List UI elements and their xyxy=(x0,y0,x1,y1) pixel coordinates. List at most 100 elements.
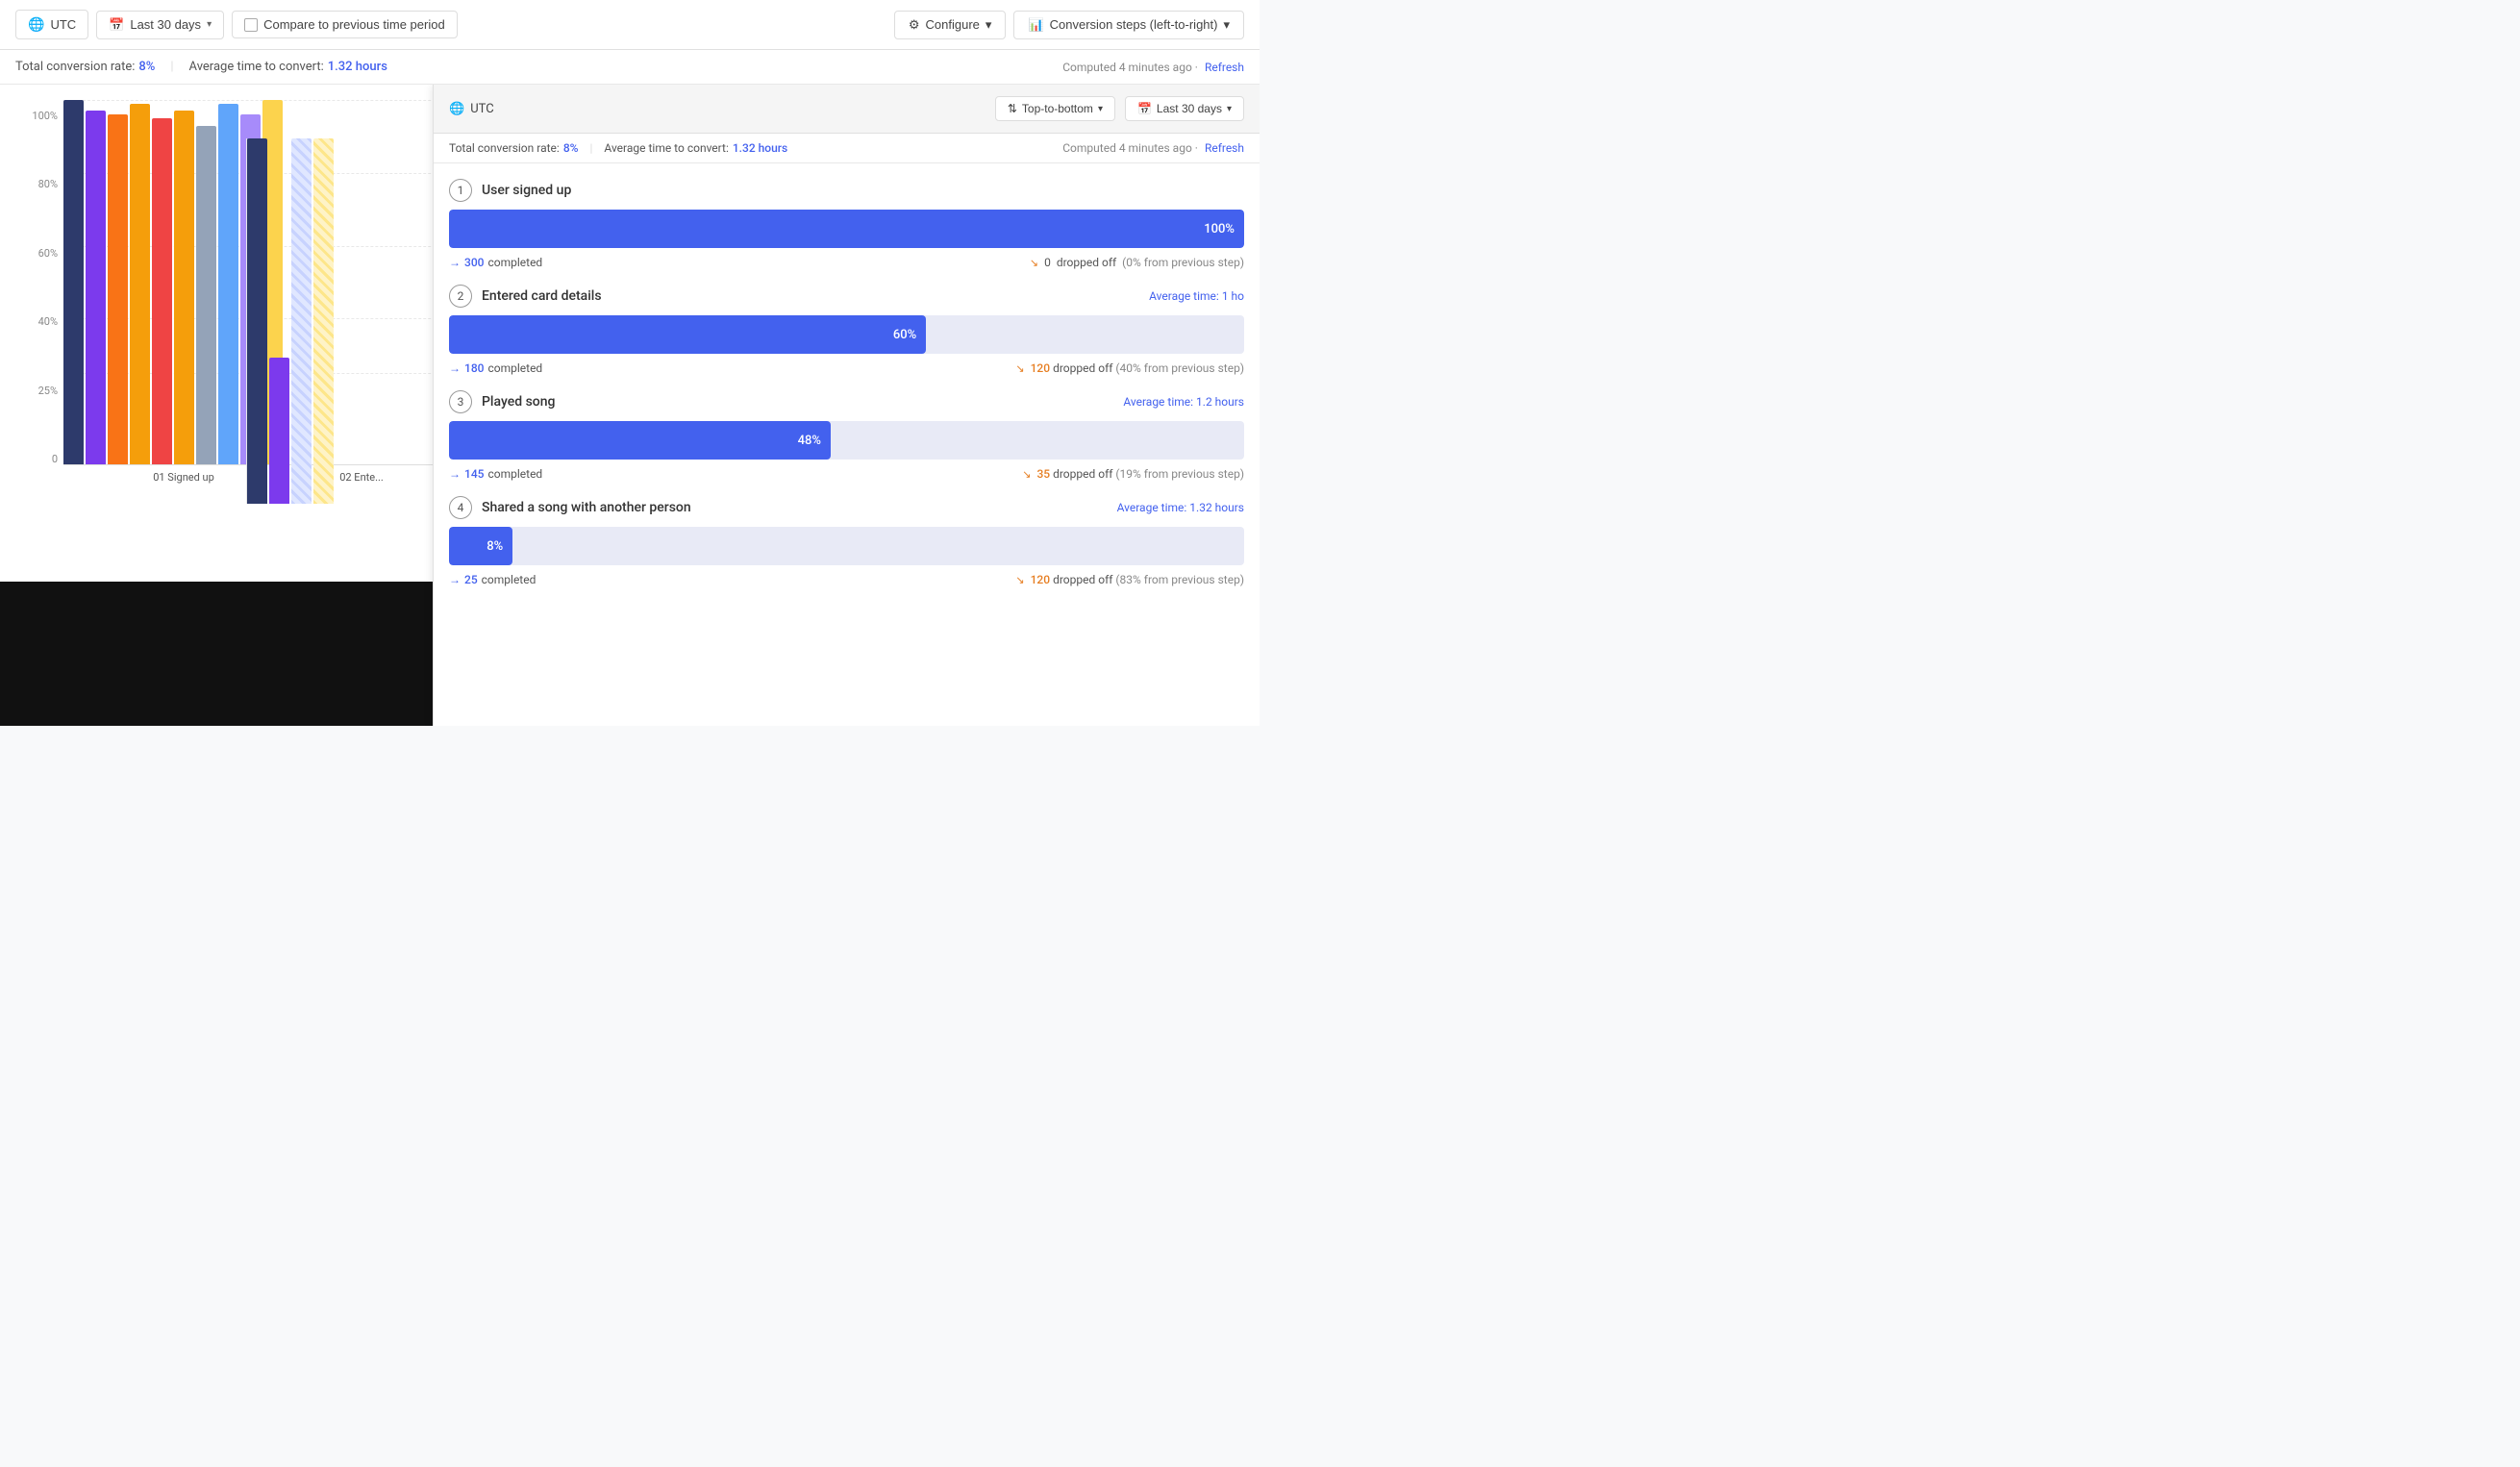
overlay-stats-bar: Total conversion rate: 8% | Average time… xyxy=(434,134,1260,163)
date-range-button[interactable]: 📅 Last 30 days ▾ xyxy=(96,11,224,39)
overlay-date-button[interactable]: 📅 Last 30 days ▾ xyxy=(1125,96,1244,121)
step-3-arrow-icon: → xyxy=(449,467,461,481)
configure-label: Configure xyxy=(926,17,980,32)
sort-label: Top-to-bottom xyxy=(1022,102,1093,115)
main-content: 100% 80% 60% 40% 25% 0 xyxy=(0,85,1260,726)
step-3-progress-container: 48% xyxy=(449,421,1244,460)
step-1-number: 1 xyxy=(449,179,472,202)
step-2-progress-container: 60% xyxy=(449,315,1244,354)
bar-1-7 xyxy=(196,126,216,464)
sort-chevron-icon: ▾ xyxy=(1098,104,1103,114)
step-2-arrow-icon: → xyxy=(449,361,461,375)
step-2-metrics: → 180 completed ↘ 120 dropped off (40% f… xyxy=(449,361,1244,375)
bar-1-2 xyxy=(86,111,106,464)
overlay-header: 🌐 UTC ⇅ Top-to-bottom ▾ 📅 Last 30 days ▾ xyxy=(434,85,1260,134)
bar-1-3 xyxy=(108,114,128,464)
overlay-controls: ⇅ Top-to-bottom ▾ 📅 Last 30 days ▾ xyxy=(995,96,1244,121)
overlay-conversion-label: Total conversion rate: xyxy=(449,141,560,155)
step-3-dropped-count: 35 xyxy=(1036,467,1050,481)
conversion-steps-label: Conversion steps (left-to-right) xyxy=(1050,17,1218,32)
total-conversion-label: Total conversion rate: xyxy=(15,60,135,74)
refresh-link[interactable]: Refresh xyxy=(1205,61,1244,74)
bar-2-4 xyxy=(313,138,334,504)
step-4-dropped-label: dropped off xyxy=(1053,573,1112,586)
step-3-avg-time: Average time: 1.2 hours xyxy=(1123,395,1244,409)
avg-time-label: Average time to convert: xyxy=(189,60,324,74)
step-4-progress-container: 8% xyxy=(449,527,1244,565)
step-1-progress-bar: 100% xyxy=(449,210,1244,248)
step-3-title: Played song xyxy=(482,394,1123,410)
overlay-avg-label: Average time to convert: xyxy=(604,141,728,155)
compare-button[interactable]: Compare to previous time period xyxy=(232,11,458,38)
step-1-drop-icon: ↘ xyxy=(1030,257,1038,269)
step-4-avg-time: Average time: 1.32 hours xyxy=(1117,501,1244,514)
step-1-metrics: → 300 completed ↘ 0 dropped off (0% from… xyxy=(449,256,1244,269)
utc-button[interactable]: 🌐 UTC xyxy=(15,10,88,39)
stats-bar: Total conversion rate: 8% | Average time… xyxy=(0,50,1260,85)
y-label-60: 60% xyxy=(15,247,58,260)
step-2-title: Entered card details xyxy=(482,288,1149,304)
step-4-progress-bar: 8% xyxy=(449,527,512,565)
total-conversion-value: 8% xyxy=(138,60,155,74)
steps-chevron-icon: ▾ xyxy=(1223,17,1230,33)
step-2-number: 2 xyxy=(449,285,472,308)
overlay-stats-dot: · xyxy=(1195,141,1198,155)
overlay-globe-icon: 🌐 xyxy=(449,102,464,116)
y-label-80: 80% xyxy=(15,178,58,190)
bar-1-6 xyxy=(174,111,194,464)
step-2-dropped-label: dropped off xyxy=(1053,361,1112,375)
y-label-0: 0 xyxy=(15,453,58,465)
bar-2-3 xyxy=(291,138,312,504)
configure-button[interactable]: ⚙ Configure ▾ xyxy=(894,11,1007,39)
y-label-40: 40% xyxy=(15,315,58,328)
step-4-drop-icon: ↘ xyxy=(1015,574,1024,586)
step-4-number: 4 xyxy=(449,496,472,519)
overlay-calendar-icon: 📅 xyxy=(1137,102,1152,115)
overlay-stats-divider: | xyxy=(589,141,592,155)
sort-icon: ⇅ xyxy=(1008,102,1017,115)
step-1-arrow-icon: → xyxy=(449,256,461,269)
step-3-dropped-label: dropped off xyxy=(1053,467,1112,481)
bar-1-8 xyxy=(218,104,238,464)
overlay-avg-value: 1.32 hours xyxy=(733,141,787,155)
stats-dot: · xyxy=(1195,61,1198,74)
step-4-progress-label: 8% xyxy=(487,539,503,554)
configure-chevron-icon: ▾ xyxy=(986,17,992,33)
step-2-dropped-pct: (40% from previous step) xyxy=(1115,361,1244,375)
overlay-date-chevron-icon: ▾ xyxy=(1227,104,1232,114)
step-3-completed-count: 145 xyxy=(464,467,484,481)
step-4-completed-label: completed xyxy=(482,573,536,586)
funnel-step-4: 4 Shared a song with another person Aver… xyxy=(449,496,1244,586)
bar-2-2 xyxy=(269,358,289,504)
top-toolbar: 🌐 UTC 📅 Last 30 days ▾ Compare to previo… xyxy=(0,0,1260,50)
overlay-date-label: Last 30 days xyxy=(1157,102,1222,115)
step-1-dropped-text: 0 dropped off (0% from previous step) xyxy=(1044,256,1244,269)
globe-icon: 🌐 xyxy=(28,16,44,33)
bar-1-1 xyxy=(63,100,84,464)
funnel-overlay: 🌐 UTC ⇅ Top-to-bottom ▾ 📅 Last 30 days ▾… xyxy=(433,85,1260,726)
step-2-completed-count: 180 xyxy=(464,361,484,375)
bar-2-1 xyxy=(247,138,267,504)
funnel-steps-container: 1 User signed up 100% → 300 completed ↘ xyxy=(434,163,1260,726)
conversion-steps-button[interactable]: 📊 Conversion steps (left-to-right) ▾ xyxy=(1013,11,1244,39)
calendar-icon: 📅 xyxy=(109,17,124,33)
step-1-completed-count: 300 xyxy=(464,256,484,269)
step-3-completed-label: completed xyxy=(487,467,542,481)
step-2-progress-label: 60% xyxy=(893,328,916,342)
overlay-refresh-link[interactable]: Refresh xyxy=(1205,141,1244,155)
step-2-dropped-count: 120 xyxy=(1031,361,1050,375)
chevron-down-icon: ▾ xyxy=(207,19,212,30)
step-4-dropped-count: 120 xyxy=(1031,573,1050,586)
step-1-title: User signed up xyxy=(482,183,1244,198)
overlay-timezone: 🌐 UTC xyxy=(449,102,494,116)
funnel-step-3: 3 Played song Average time: 1.2 hours 48… xyxy=(449,390,1244,481)
step-4-completed-count: 25 xyxy=(464,573,478,586)
sort-button[interactable]: ⇅ Top-to-bottom ▾ xyxy=(995,96,1115,121)
avg-time-value: 1.32 hours xyxy=(328,60,387,74)
step-3-progress-label: 48% xyxy=(798,434,821,448)
step-4-metrics: → 25 completed ↘ 120 dropped off (83% fr… xyxy=(449,573,1244,586)
step-1-completed-label: completed xyxy=(487,256,542,269)
step-3-progress-bar: 48% xyxy=(449,421,831,460)
step-3-drop-icon: ↘ xyxy=(1022,468,1031,481)
step-3-metrics: → 145 completed ↘ 35 dropped off (19% fr… xyxy=(449,467,1244,481)
